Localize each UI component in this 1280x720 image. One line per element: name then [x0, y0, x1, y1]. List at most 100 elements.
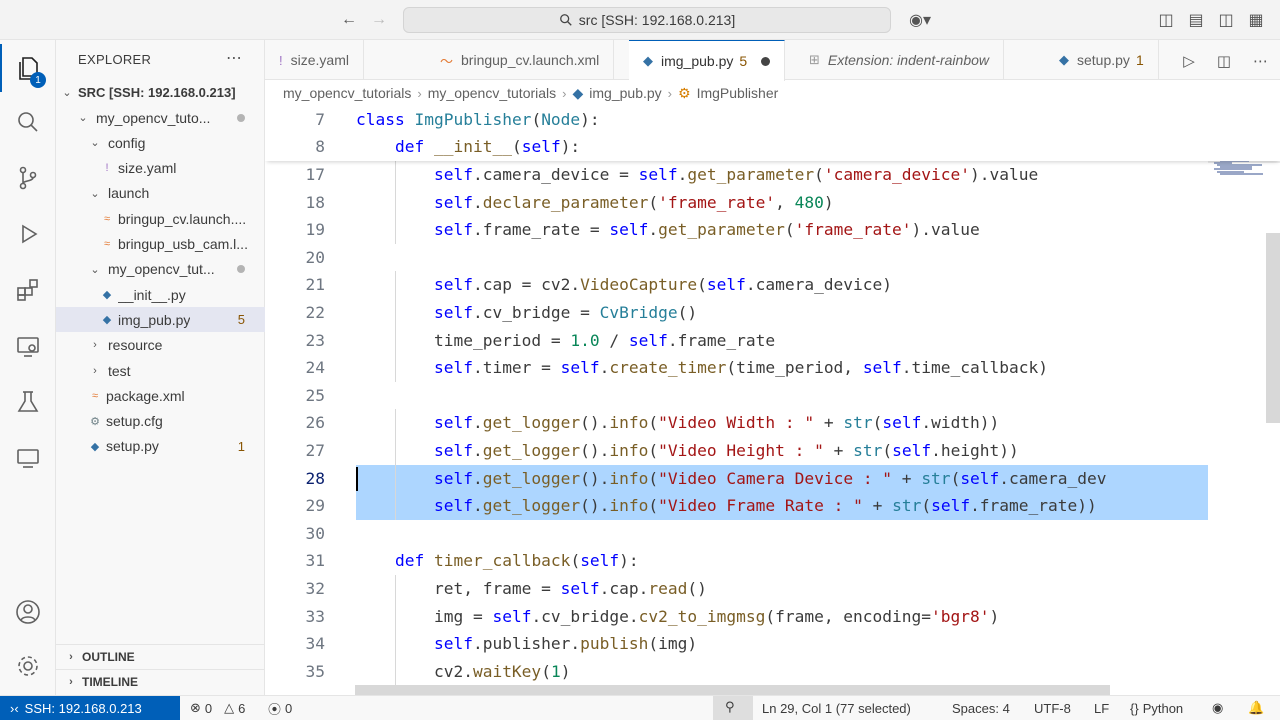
timeline-section[interactable]: › TIMELINE — [56, 669, 265, 694]
outline-section[interactable]: › OUTLINE — [56, 644, 265, 669]
code-line[interactable]: 17 self.camera_device = self.get_paramet… — [265, 161, 1205, 189]
more-actions-icon[interactable]: ⋯ — [226, 48, 242, 68]
toggle-secondary-sidebar-icon[interactable]: ◫ — [1214, 8, 1238, 32]
back-arrow-icon[interactable]: ← — [337, 8, 361, 32]
tab-file-icon: ! — [279, 52, 283, 68]
problems-indicator[interactable]: ⊗ 0 △ 6 — [190, 696, 245, 720]
more-actions-icon[interactable]: ⋯ — [1253, 52, 1268, 70]
code-text: self.camera_device = self.get_parameter(… — [433, 165, 1039, 184]
line-number: 27 — [305, 441, 326, 460]
line-ending[interactable]: LF — [1094, 696, 1109, 720]
customize-layout-icon[interactable]: ▦ — [1244, 8, 1268, 32]
workspace-root[interactable]: ⌄ SRC [SSH: 192.168.0.213] — [56, 80, 265, 105]
tree-item[interactable]: ⌄ my_opencv_tuto... — [56, 105, 265, 130]
tab-img-pub-py[interactable]: ◆ img_pub.py 5 — [629, 40, 786, 81]
code-line[interactable]: 31 def timer_callback(self): — [265, 547, 1205, 575]
breadcrumb-item[interactable]: my_opencv_tutorials — [428, 85, 556, 101]
code-line[interactable]: 29 self.get_logger().info("Video Frame R… — [265, 492, 1217, 520]
tree-item[interactable]: ⌄ launch — [56, 181, 265, 206]
tree-item[interactable]: ≈ bringup_cv.launch.... — [56, 206, 265, 231]
code-line[interactable]: 28 self.get_logger().info("Video Camera … — [265, 464, 1217, 493]
run-debug-icon[interactable] — [0, 210, 56, 258]
forward-arrow-icon[interactable]: → — [367, 8, 391, 32]
toggle-panel-icon[interactable]: ▤ — [1184, 8, 1208, 32]
notifications-bell-icon[interactable]: 🔔 — [1248, 696, 1264, 720]
code-text: img = self.cv_bridge.cv2_to_imgmsg(frame… — [356, 606, 1000, 626]
command-center-search[interactable]: src [SSH: 192.168.0.213] — [403, 7, 891, 33]
tab-actions: ▷ ◫ ⋯ — [1183, 52, 1268, 70]
indent-guide — [395, 326, 396, 355]
sticky-line[interactable]: 7 class ImgPublisher(Node): — [265, 106, 1205, 134]
tree-item[interactable]: ◆ __init__.py — [56, 282, 265, 307]
code-line[interactable]: 19 self.frame_rate = self.get_parameter(… — [265, 216, 1205, 244]
tab-size-yaml[interactable]: ! size.yaml — [265, 40, 364, 80]
code-line[interactable]: 20 — [265, 244, 1205, 272]
code-line[interactable]: 30 — [265, 520, 1205, 548]
code-line[interactable]: 18 self.declare_parameter('frame_rate', … — [265, 188, 1205, 217]
cursor-position[interactable]: Ln 29, Col 1 (77 selected) — [762, 696, 911, 720]
source-control-icon[interactable] — [0, 154, 56, 202]
code-editor[interactable]: 17 self.camera_device = self.get_paramet… — [265, 105, 1280, 695]
code-line[interactable]: 35 cv2.waitKey(1) — [265, 657, 1205, 686]
breadcrumb-item[interactable]: my_opencv_tutorials — [283, 85, 411, 101]
tree-item[interactable]: ⌄ config — [56, 130, 265, 155]
tree-item[interactable]: › resource — [56, 333, 265, 358]
language-mode[interactable]: {} Python — [1130, 696, 1183, 720]
explorer-icon[interactable]: 1 — [0, 44, 56, 92]
tab-extension-indent-rainbow[interactable]: ⊞ Extension: indent-rainbow — [795, 40, 1005, 80]
indentation[interactable]: Spaces: 4 — [952, 696, 1010, 720]
tree-item[interactable]: ≈ package.xml — [56, 383, 265, 408]
tree-item[interactable]: ◆ setup.py 1 — [56, 434, 265, 459]
code-line[interactable]: 27 self.get_logger().info("Video Height … — [265, 437, 1205, 465]
code-text: self.get_logger().info("Video Height : "… — [433, 441, 1019, 460]
code-line[interactable]: 34 self.publisher.publish(img) — [265, 630, 1205, 658]
vertical-scrollbar[interactable] — [1266, 233, 1280, 423]
run-python-icon[interactable]: ▷ — [1183, 52, 1195, 70]
errors-count: 0 — [204, 700, 213, 716]
testing-icon[interactable] — [0, 378, 56, 426]
warnings-count: 6 — [238, 700, 246, 716]
breadcrumb-item[interactable]: img_pub.py — [589, 85, 661, 101]
tab-problem-count: 1 — [1135, 52, 1144, 68]
tree-item[interactable]: ≈ bringup_usb_cam.l... — [56, 232, 265, 257]
horizontal-scrollbar[interactable] — [355, 685, 1110, 695]
tree-item[interactable]: ⌄ my_opencv_tut... — [56, 257, 265, 282]
toggle-sidebar-icon[interactable]: ◫ — [1154, 8, 1178, 32]
code-text: self.declare_parameter('frame_rate', 480… — [433, 192, 834, 212]
encoding[interactable]: UTF-8 — [1034, 696, 1071, 720]
zoom-indicator[interactable]: ⚲ — [713, 696, 753, 720]
sticky-line[interactable]: 8 def __init__(self): — [265, 133, 1205, 161]
remote-indicator[interactable]: ›‹ SSH: 192.168.0.213 — [0, 696, 180, 720]
yaml-file-icon: ! — [105, 162, 109, 175]
tree-item[interactable]: ⚙ setup.cfg — [56, 409, 265, 434]
sticky-scroll[interactable]: 7 class ImgPublisher(Node): 8 def __init__… — [265, 105, 1280, 161]
manage-gear-icon[interactable] — [0, 642, 56, 690]
tree-item[interactable]: ! size.yaml — [56, 156, 265, 181]
search-icon[interactable] — [0, 98, 56, 146]
copilot-status-icon[interactable]: ◉ — [1212, 696, 1223, 720]
code-line[interactable]: 23 time_period = 1.0 / self.frame_rate — [265, 326, 1205, 355]
code-line[interactable]: 32 ret, frame = self.cap.read() — [265, 575, 1205, 603]
code-line[interactable]: 21 self.cap = cv2.VideoCapture(self.came… — [265, 271, 1205, 299]
tab-setup-py[interactable]: ◆ setup.py 1 — [1045, 40, 1159, 80]
tree-item-label: img_pub.py — [118, 311, 191, 328]
unsaved-dot-icon[interactable] — [761, 56, 771, 66]
ros-icon[interactable] — [0, 434, 56, 482]
account-icon[interactable] — [0, 588, 56, 636]
ports-indicator[interactable]: ⦿ 0 — [268, 696, 292, 720]
code-line[interactable]: 22 self.cv_bridge = CvBridge() — [265, 299, 1205, 327]
code-line[interactable]: 24 self.timer = self.create_timer(time_p… — [265, 354, 1205, 382]
chevron-icon: ⌄ — [78, 112, 88, 124]
tab-bringup-cv-launch-xml[interactable]: 〜 bringup_cv.launch.xml — [426, 40, 615, 80]
tree-item[interactable]: ◆ img_pub.py 5 — [56, 307, 265, 333]
remote-explorer-icon[interactable] — [0, 322, 56, 370]
code-line[interactable]: 33 img = self.cv_bridge.cv2_to_imgmsg(fr… — [265, 602, 1205, 631]
code-line[interactable]: 26 self.get_logger().info("Video Width :… — [265, 409, 1205, 437]
breadcrumb-item[interactable]: ImgPublisher — [697, 85, 779, 101]
copilot-icon[interactable]: ◉▾ — [903, 8, 937, 32]
tree-item[interactable]: › test — [56, 358, 265, 383]
extensions-icon[interactable] — [0, 266, 56, 314]
indent-guide — [395, 354, 396, 382]
split-editor-icon[interactable]: ◫ — [1217, 52, 1231, 70]
code-line[interactable]: 25 — [265, 382, 1205, 410]
